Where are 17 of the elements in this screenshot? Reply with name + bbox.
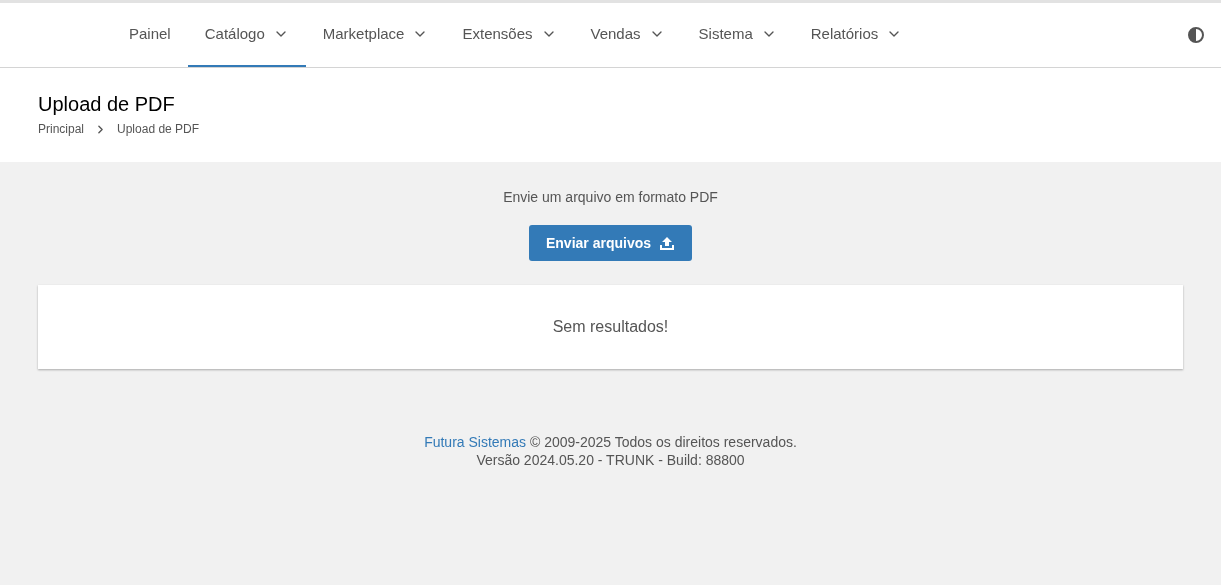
nav-tab[interactable]: Extensões: [445, 3, 574, 67]
copyright-text: Futura Sistemas © 2009-2025 Todos os direitos reservados.: [424, 433, 797, 451]
nav-tab[interactable]: Painel: [112, 3, 188, 67]
page-title: Upload de PDF: [38, 92, 176, 116]
contrast-toggle-icon[interactable]: [1187, 26, 1205, 44]
upload-instruction: Envie um arquivo em formato PDF: [503, 188, 718, 207]
nav-tab[interactable]: Vendas: [573, 3, 682, 67]
breadcrumb-item[interactable]: Principal: [38, 120, 85, 138]
company-link[interactable]: Futura Sistemas: [424, 434, 527, 450]
upload-button[interactable]: Enviar arquivos: [528, 225, 692, 261]
nav-tab[interactable]: Sistema: [681, 3, 794, 67]
nav-tab[interactable]: Relatórios: [793, 3, 920, 67]
nav-tab[interactable]: Marketplace: [305, 3, 446, 67]
upload-icon: [659, 235, 675, 251]
version-text: Versão 2024.05.20 - TRUNK - Build: 88800: [476, 451, 745, 469]
breadcrumb-item: Upload de PDF: [117, 121, 200, 138]
empty-message: Sem resultados!: [552, 317, 669, 337]
